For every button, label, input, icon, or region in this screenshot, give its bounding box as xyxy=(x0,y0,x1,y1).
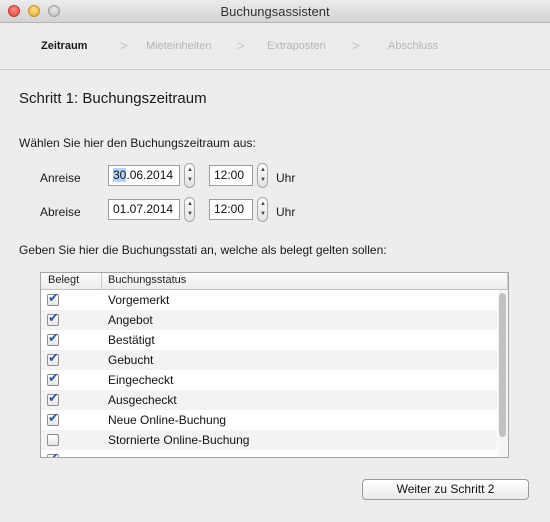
checkmark-icon: ✔ xyxy=(48,330,59,345)
checkmark-icon: ✔ xyxy=(48,310,59,325)
belegt-checkbox[interactable]: ✔ xyxy=(47,450,59,457)
column-divider xyxy=(507,273,508,289)
checkmark-icon: ✔ xyxy=(48,370,59,385)
next-step-button[interactable]: Weiter zu Schritt 2 xyxy=(362,479,529,500)
status-label: Neue Online-Buchung xyxy=(108,413,227,427)
column-header-buchungsstatus[interactable]: Buchungsstatus xyxy=(108,274,186,286)
arrival-date-selection: 30 xyxy=(113,168,127,182)
belegt-checkbox[interactable]: ✔ xyxy=(47,370,59,386)
table-row[interactable]: ✔ Neue Online-Buchung xyxy=(41,410,497,430)
step-abschluss: Abschluss xyxy=(388,40,439,52)
booking-status-table: Belegt Buchungsstatus ✔ Vorgemerkt ✔ Angebo… xyxy=(40,272,509,458)
column-divider xyxy=(101,273,102,289)
arrival-label: Anreise xyxy=(40,171,81,185)
checkmark-icon: ✔ xyxy=(48,390,59,405)
departure-time-field[interactable]: 12:00 xyxy=(209,199,253,220)
status-label: Stornierte Online-Buchung xyxy=(108,433,250,447)
step-separator-icon: > xyxy=(237,38,245,53)
chevron-up-icon[interactable]: ▲ xyxy=(260,167,266,174)
chevron-down-icon[interactable]: ▼ xyxy=(260,177,266,184)
step-zeitraum: Zeitraum xyxy=(41,40,88,52)
checkmark-icon: ✔ xyxy=(48,290,59,305)
status-label: Vorgemerkt xyxy=(108,293,170,307)
status-label: Gebucht xyxy=(108,353,154,367)
step-extraposten: Extraposten xyxy=(267,40,326,52)
table-row[interactable]: ✔ Angebot xyxy=(41,310,497,330)
checkmark-icon: ✔ xyxy=(48,450,59,458)
table-row[interactable]: ✔ Gebucht xyxy=(41,350,497,370)
arrival-time-field[interactable]: 12:00 xyxy=(209,165,253,186)
status-label: Bestätigt xyxy=(108,333,155,347)
wizard-steps: Zeitraum > Mieteinheiten > Extraposten >… xyxy=(0,23,550,70)
status-prompt: Geben Sie hier die Buchungsstati an, wel… xyxy=(19,243,387,257)
arrival-date-stepper[interactable]: ▲ ▼ xyxy=(184,163,195,188)
arrival-time-unit: Uhr xyxy=(276,171,296,185)
status-label: Angebot xyxy=(108,313,153,327)
departure-date-stepper[interactable]: ▲ ▼ xyxy=(184,197,195,222)
checkmark-icon: ✔ xyxy=(48,350,59,365)
status-label: Ausgecheckt xyxy=(108,393,177,407)
table-row[interactable]: ✔ Bestätigt xyxy=(41,330,497,350)
table-header: Belegt Buchungsstatus xyxy=(41,273,508,290)
departure-date-field[interactable]: 01.07.2014 xyxy=(108,199,180,220)
chevron-up-icon[interactable]: ▲ xyxy=(187,167,193,174)
page-title: Schritt 1: Buchungszeitraum xyxy=(19,90,207,107)
chevron-down-icon[interactable]: ▼ xyxy=(187,177,193,184)
table-row[interactable]: ✔ Vorgemerkt xyxy=(41,290,497,310)
step-separator-icon: > xyxy=(120,38,128,53)
belegt-checkbox[interactable]: ✔ xyxy=(47,390,59,406)
table-row[interactable]: ✔ Eingecheckt xyxy=(41,370,497,390)
status-label: Eingecheckt xyxy=(108,373,174,387)
chevron-up-icon[interactable]: ▲ xyxy=(187,201,193,208)
period-prompt: Wählen Sie hier den Buchungszeitraum aus… xyxy=(19,136,256,150)
belegt-checkbox[interactable]: ✔ xyxy=(47,310,59,326)
belegt-checkbox[interactable]: ✔ xyxy=(47,350,59,366)
table-row[interactable]: Stornierte Online-Buchung xyxy=(41,430,497,450)
chevron-down-icon[interactable]: ▼ xyxy=(260,211,266,218)
departure-label: Abreise xyxy=(40,205,81,219)
table-row[interactable]: ✔ xyxy=(41,450,497,457)
departure-time-stepper[interactable]: ▲ ▼ xyxy=(257,197,268,222)
table-row[interactable]: ✔ Ausgecheckt xyxy=(41,390,497,410)
step-separator-icon: > xyxy=(352,38,360,53)
title-bar[interactable]: Buchungsassistent xyxy=(0,0,550,23)
belegt-checkbox[interactable]: ✔ xyxy=(47,290,59,306)
chevron-down-icon[interactable]: ▼ xyxy=(187,211,193,218)
checkmark-icon: ✔ xyxy=(48,410,59,425)
arrival-date-rest: .06.2014 xyxy=(126,168,174,182)
belegt-checkbox[interactable]: ✔ xyxy=(47,410,59,426)
table-body: ✔ Vorgemerkt ✔ Angebot ✔ Bestätigt ✔ Gebucht ✔ Ei… xyxy=(41,290,497,457)
step-mieteinheiten: Mieteinheiten xyxy=(146,40,212,52)
column-header-belegt[interactable]: Belegt xyxy=(48,274,79,286)
belegt-checkbox[interactable]: ✔ xyxy=(47,330,59,346)
belegt-checkbox[interactable] xyxy=(47,434,59,446)
window: Buchungsassistent Zeitraum > Mieteinheit… xyxy=(0,0,550,522)
arrival-time-stepper[interactable]: ▲ ▼ xyxy=(257,163,268,188)
chevron-up-icon[interactable]: ▲ xyxy=(260,201,266,208)
window-title: Buchungsassistent xyxy=(220,4,330,19)
arrival-date-field[interactable]: 30.06.2014 xyxy=(108,165,180,186)
scrollbar-thumb[interactable] xyxy=(499,293,506,437)
departure-time-unit: Uhr xyxy=(276,205,296,219)
